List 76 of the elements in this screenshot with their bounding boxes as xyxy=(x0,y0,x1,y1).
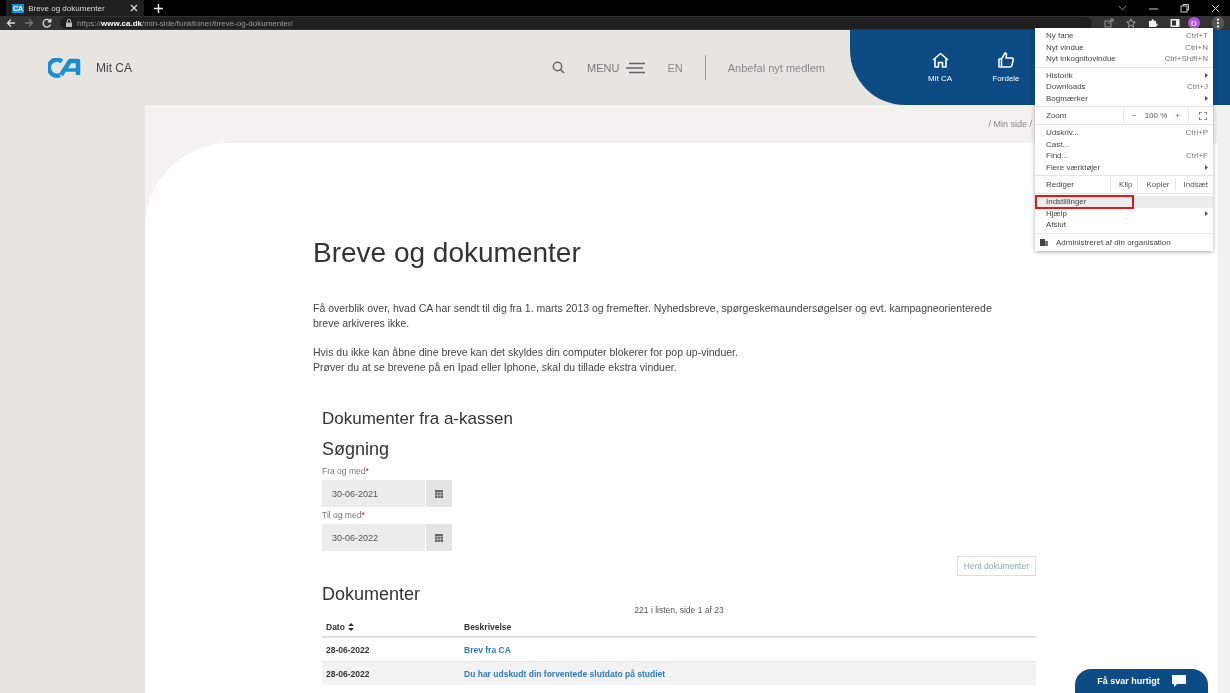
menu-label: Zoom xyxy=(1046,111,1068,120)
menu-icon xyxy=(625,61,646,74)
chat-icon xyxy=(1171,675,1186,687)
menu-item[interactable]: Historik xyxy=(1035,69,1213,81)
required-marker: * xyxy=(361,510,365,520)
nav-link[interactable]: Fordele xyxy=(988,52,1024,83)
building-icon xyxy=(1040,238,1048,246)
menu-item[interactable]: Bogmærker xyxy=(1035,92,1213,104)
body-text: Få overblik over, hvad CA har sendt til dig fra 1. marts 2013 og fremefter. Nyhedsbreve, spørgeskemaundersøgelser og evt. kampagneorienterede breve arkiveres ikke. xyxy=(313,301,993,331)
zoom-out-button[interactable]: − xyxy=(1131,111,1137,120)
document-link[interactable]: Brev fra CA xyxy=(464,644,511,655)
body-text: Prøver du at se brevene på en Ipad eller Iphone, skal du tillade ekstra vinduer. xyxy=(313,360,678,375)
edit-button[interactable]: Kopier xyxy=(1137,178,1175,191)
reload-icon[interactable] xyxy=(42,18,52,28)
zoom-in-button[interactable]: + xyxy=(1175,111,1180,120)
nav-link[interactable]: Mit CA xyxy=(922,52,958,83)
chevron-down-icon[interactable] xyxy=(1118,5,1127,11)
close-icon[interactable] xyxy=(1211,3,1220,13)
table-cell-text: 28-06-2022 xyxy=(326,644,371,655)
address-field[interactable]: https://www.ca.dk/min-side/funktioner/breve-og-dokumenter/ xyxy=(60,17,1092,29)
back-icon[interactable] xyxy=(6,18,16,28)
forward-icon[interactable] xyxy=(24,18,34,28)
home-icon xyxy=(931,52,949,68)
menu-item[interactable]: Indstillinger xyxy=(1035,196,1213,208)
body-text: Hvis du ikke kan åbne dine breve kan det skyldes din computer blokerer for pop up-vinduer. xyxy=(313,345,739,360)
edit-button[interactable]: Indsæt xyxy=(1174,178,1213,191)
menu-item[interactable]: Udskriv... Ctrl+P xyxy=(1035,127,1213,139)
field-label: Til og med xyxy=(322,510,362,520)
plus-icon[interactable] xyxy=(154,3,163,13)
close-icon[interactable] xyxy=(130,4,138,12)
column-header: Beskrivelse xyxy=(464,621,513,632)
share-icon[interactable] xyxy=(1104,18,1114,28)
section-title: Søgning xyxy=(322,439,391,460)
calendar-icon xyxy=(435,489,443,498)
menu-button[interactable]: MENU xyxy=(587,61,646,74)
edit-button[interactable]: Klip xyxy=(1110,178,1138,191)
field-label: Fra og med xyxy=(322,466,366,476)
menu-item[interactable]: Downloads Ctrl+J xyxy=(1035,81,1213,93)
table-cell-text: 28-06-2022 xyxy=(326,668,371,679)
menu-item[interactable]: Flere værktøjer xyxy=(1035,161,1213,173)
lock-icon xyxy=(66,19,72,27)
column-header[interactable]: Dato xyxy=(326,621,464,632)
menu-item[interactable]: Nyt inkognitovindue Ctrl+Shift+N xyxy=(1035,53,1213,65)
search-icon[interactable] xyxy=(552,61,566,74)
menu-item[interactable]: Nyt vindue Ctrl+N xyxy=(1035,41,1213,53)
calendar-button[interactable] xyxy=(425,480,452,507)
section-title: Dokumenter fra a-kassen xyxy=(322,409,514,429)
date-field[interactable]: 30-06-2021 xyxy=(322,480,425,507)
calendar-icon xyxy=(435,533,443,542)
tab-title: Breve og dokumenter xyxy=(28,3,106,13)
menu-label: Rediger xyxy=(1046,180,1075,189)
section-title: Dokumenter xyxy=(322,584,422,605)
menu-item[interactable]: Afslut xyxy=(1035,219,1213,231)
menu-item[interactable]: Ny fane Ctrl+T xyxy=(1035,30,1213,42)
page-title: Breve og dokumenter xyxy=(313,237,581,269)
document-link[interactable]: Du har udskudt din forventede slutdato på studiet xyxy=(464,668,666,679)
menu-item[interactable]: Cast... xyxy=(1035,138,1213,150)
menu-item[interactable]: Find... Ctrl+F xyxy=(1035,150,1213,162)
thumbs-up-icon xyxy=(997,52,1015,68)
menu-item[interactable]: Hjælp xyxy=(1035,207,1213,219)
menu-item[interactable]: Administreret af din organisation xyxy=(1035,235,1213,249)
fullscreen-icon[interactable] xyxy=(1199,111,1207,120)
date-field[interactable]: 30-06-2022 xyxy=(322,524,425,551)
star-icon[interactable] xyxy=(1126,18,1136,28)
result-count: 221 i listen, side 1 af 23 xyxy=(633,605,725,615)
sort-icon[interactable] xyxy=(347,622,354,631)
required-marker: * xyxy=(365,466,369,476)
zoom-level: 100 % xyxy=(1144,111,1168,120)
side-panel-icon[interactable] xyxy=(1170,18,1180,28)
kebab-menu-icon[interactable] xyxy=(1212,16,1224,30)
calendar-button[interactable] xyxy=(425,524,452,551)
puzzle-icon[interactable] xyxy=(1148,18,1158,28)
restore-icon[interactable] xyxy=(1180,3,1189,13)
profile-avatar[interactable]: D xyxy=(1188,17,1200,29)
site-name[interactable]: Mit CA xyxy=(96,60,132,75)
chat-button[interactable]: Få svar hurtigt xyxy=(1075,669,1208,693)
